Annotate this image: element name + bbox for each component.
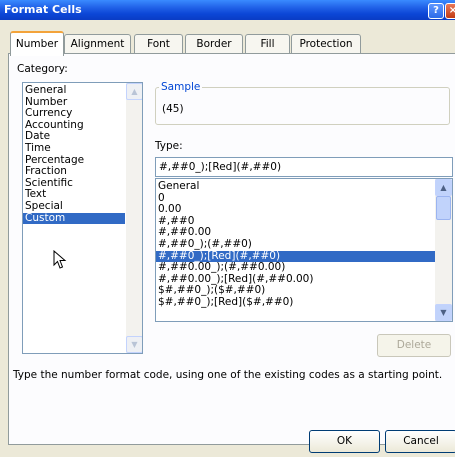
type-item[interactable]: 0 [156, 192, 435, 205]
type-item[interactable]: $#,##0_);[Red]($#,##0) [156, 296, 435, 309]
category-item-custom[interactable]: Custom [23, 212, 125, 225]
type-item[interactable]: #,##0_);(#,##0) [156, 238, 435, 251]
type-listbox[interactable]: General 0 0.00 #,##0 #,##0.00 #,##0_);(#… [155, 178, 453, 322]
category-item-general[interactable]: General [23, 84, 125, 97]
type-label: Type: [155, 140, 183, 152]
format-cells-dialog: Number Alignment Font Border Fill Protec… [0, 20, 455, 457]
ok-button[interactable]: OK [309, 430, 380, 453]
type-list: General 0 0.00 #,##0 #,##0.00 #,##0_);(#… [156, 180, 435, 309]
close-button[interactable]: × [445, 3, 455, 19]
type-scrollbar[interactable]: ▲ ▼ [435, 179, 452, 321]
tab-font[interactable]: Font [134, 34, 183, 54]
category-listbox[interactable]: General Number Currency Accounting Date … [22, 82, 143, 354]
category-label: Category: [17, 63, 68, 75]
type-item[interactable]: 0.00 [156, 204, 435, 216]
tab-alignment[interactable]: Alignment [64, 34, 131, 54]
title-bar: Format Cells ? × [0, 0, 455, 20]
type-item[interactable]: #,##0.00_);(#,##0.00) [156, 262, 435, 274]
type-item[interactable]: General [156, 180, 435, 193]
category-item-time[interactable]: Time [23, 142, 125, 155]
category-scroll-down-icon[interactable]: ▼ [126, 336, 142, 353]
tab-border[interactable]: Border [185, 34, 243, 54]
tab-protection[interactable]: Protection [291, 34, 361, 54]
number-tab-panel: Category: General Number Currency Accoun… [8, 53, 455, 445]
delete-button[interactable]: Delete [377, 334, 451, 357]
category-scroll-up-icon[interactable]: ▲ [126, 83, 142, 100]
help-button[interactable]: ? [428, 3, 444, 19]
category-item-special[interactable]: Special [23, 200, 125, 213]
hint-text: Type the number format code, using one o… [13, 369, 443, 381]
category-scrollbar[interactable]: ▲ ▼ [126, 83, 142, 353]
sample-value: (45) [162, 103, 184, 115]
tab-fill[interactable]: Fill [245, 34, 290, 54]
type-scroll-down-icon[interactable]: ▼ [435, 304, 452, 321]
cancel-button[interactable]: Cancel [385, 430, 455, 453]
type-scroll-up-icon[interactable]: ▲ [435, 179, 452, 196]
category-item-fraction[interactable]: Fraction [23, 166, 125, 178]
type-input[interactable]: #,##0_);[Red](#,##0) [155, 157, 453, 177]
window-title: Format Cells [4, 3, 82, 16]
sample-label: Sample [159, 81, 203, 93]
type-scroll-thumb[interactable] [436, 196, 451, 220]
tab-number[interactable]: Number [10, 31, 64, 56]
category-list: General Number Currency Accounting Date … [23, 84, 125, 225]
mouse-cursor-icon [53, 250, 67, 269]
